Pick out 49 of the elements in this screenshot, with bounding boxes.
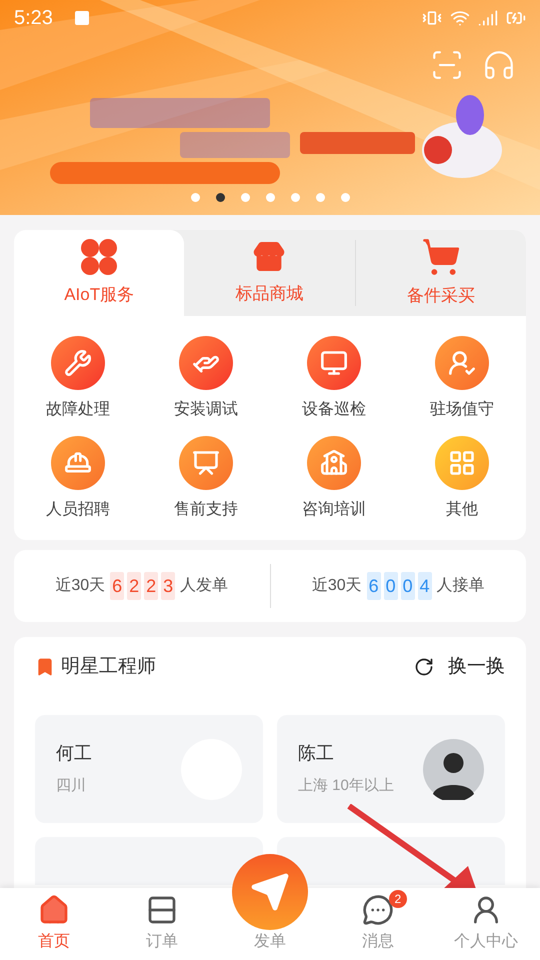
service-item[interactable]: 驻场值守 [398,336,526,422]
nav-tab[interactable]: 首页 [0,888,108,960]
nav-tab[interactable]: 2 消息 [324,888,432,960]
headset-icon[interactable] [482,48,516,82]
stat-digit: 6 [110,572,124,600]
refresh-icon [414,657,434,677]
status-time: 5:23 [14,6,53,31]
service-item[interactable]: 咨询培训 [270,436,398,522]
service-item[interactable]: 故障处理 [14,336,142,422]
list-icon [146,894,178,926]
stat-digit: 0 [384,572,398,600]
service-item[interactable]: 售前支持 [142,436,270,522]
badge-count: 2 [388,890,407,908]
scan-icon[interactable] [430,48,464,82]
stat-digit: 4 [418,572,432,600]
stat-digit: 6 [366,572,381,600]
stat-label: 近30天 [55,576,106,596]
stat-label: 人接单 [436,576,485,596]
easel-icon [179,436,233,490]
section-title: 明星工程师 [61,654,156,679]
cart-icon [420,237,461,278]
category-tab[interactable]: AIoT服务 [14,230,184,316]
refresh-button[interactable]: 换一换 [414,652,505,682]
engineer-info: 四川 [56,776,87,796]
notification-icon [74,11,89,25]
stat-digit: 3 [161,572,176,600]
engineer-card[interactable]: 陈工 上海 10年以上 [277,715,505,823]
stat-label: 近30天 [312,576,362,596]
stat-digit: 0 [400,572,415,600]
tools-icon [51,336,105,390]
chat-icon [362,894,394,926]
service-item[interactable]: 安装调试 [142,336,270,422]
engineer-card[interactable] [35,837,263,885]
stat-digit: 2 [127,572,142,600]
service-item[interactable]: 其他 [398,436,526,522]
signal-icon [478,8,498,28]
home-icon [38,894,70,926]
engineer-card[interactable]: 何工 四川 [35,715,263,823]
engineer-info: 上海 10年以上 [298,776,394,796]
stat-digit: 2 [144,572,158,600]
service-item[interactable]: 设备巡检 [270,336,398,422]
engineer-name: 陈工 [298,742,335,766]
engineer-name: 何工 [56,742,92,766]
stat-label: 人发单 [180,576,228,596]
avatar [423,738,484,800]
monitor-icon [307,336,361,390]
clover-icon [80,238,118,276]
grid-icon [435,436,489,490]
service-item[interactable]: 人员招聘 [14,436,142,522]
